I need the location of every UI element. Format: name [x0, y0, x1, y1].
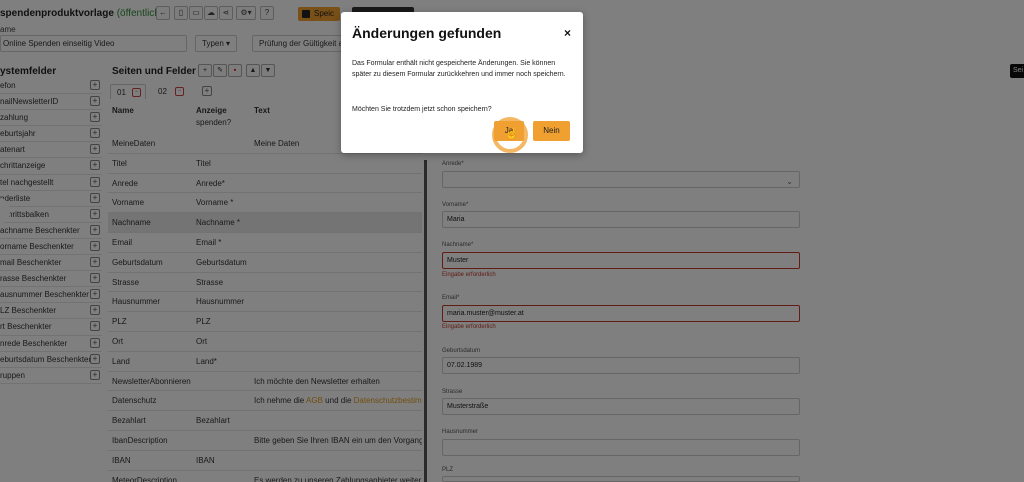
dialog-question: Möchten Sie trotzdem jetzt schon speiche…: [352, 106, 492, 113]
hand-pointer-icon: ☝: [505, 128, 519, 140]
dialog-message: Das Formular enthält nicht gespeicherte …: [352, 60, 566, 78]
decline-button[interactable]: Nein: [533, 121, 570, 141]
dialog-title: Änderungen gefunden: [352, 25, 502, 41]
close-icon[interactable]: ×: [564, 26, 571, 40]
